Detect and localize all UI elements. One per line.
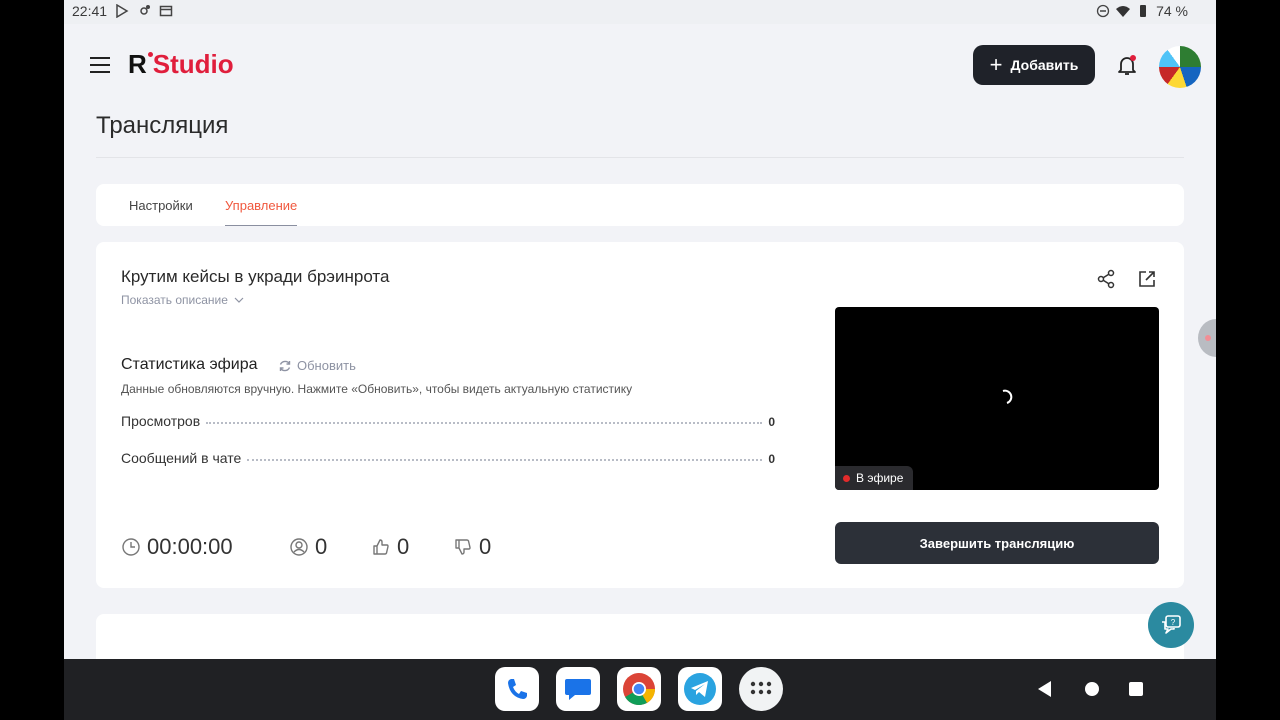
external-link-icon[interactable] (1137, 269, 1157, 289)
wifi-icon (1116, 6, 1131, 17)
loading-spinner-icon (1002, 389, 1013, 404)
nav-home-icon[interactable] (1085, 682, 1099, 696)
stream-card: Крутим кейсы в укради брэинрота Показать… (96, 242, 1184, 588)
tab-settings[interactable]: Настройки (129, 198, 193, 213)
help-chat-icon: ? (1162, 615, 1181, 634)
nav-recents-icon[interactable] (1129, 682, 1143, 696)
bottom-stats: 00:00:00 0 0 0 (121, 534, 491, 560)
tabs-bar: Настройки Управление (96, 184, 1184, 226)
dislikes-value: 0 (479, 534, 492, 559)
show-description-label: Показать описание (121, 293, 228, 307)
stat-label: Сообщений в чате (121, 450, 242, 466)
viewers-value: 0 (315, 534, 328, 559)
duration-stat: 00:00:00 (121, 534, 289, 560)
phone-icon (508, 679, 527, 699)
thumbs-up-icon (373, 539, 389, 555)
show-description-toggle[interactable]: Показать описание (121, 293, 244, 307)
status-bar: 22:41 74 % (64, 0, 1216, 24)
dot-leader (247, 459, 763, 461)
thumbs-down-icon (455, 539, 471, 555)
chevron-down-icon (234, 297, 244, 303)
messages-app[interactable] (556, 667, 600, 711)
telegram-app[interactable] (678, 667, 722, 711)
phone-app[interactable] (495, 667, 539, 711)
battery-icon (1140, 5, 1147, 17)
avatar[interactable] (1159, 46, 1201, 88)
nav-back-icon[interactable] (1038, 681, 1051, 697)
floating-side-handle[interactable] (1198, 319, 1216, 357)
likes-value: 0 (397, 534, 410, 559)
stat-value: 0 (768, 452, 775, 466)
play-store-icon (116, 4, 129, 18)
taskbar (64, 659, 1216, 720)
app-header: R Studio + Добавить (64, 24, 1216, 104)
add-button[interactable]: + Добавить (973, 45, 1095, 85)
viewers-stat: 0 (289, 534, 371, 560)
chrome-icon (623, 673, 656, 706)
dislikes-stat: 0 (453, 534, 491, 560)
refresh-button[interactable]: Обновить (278, 358, 356, 373)
stats-note: Данные обновляются вручную. Нажмите «Обн… (121, 382, 633, 396)
chrome-app[interactable] (617, 667, 661, 711)
apps-icon (750, 681, 772, 695)
messages-icon (565, 679, 591, 700)
stat-row-views: Просмотров 0 (121, 413, 775, 429)
live-dot-icon (843, 474, 850, 482)
plus-icon: + (989, 52, 1003, 77)
stat-value: 0 (768, 415, 775, 429)
stat-row-chat: Сообщений в чате 0 (121, 450, 775, 466)
stat-label: Просмотров (121, 413, 201, 429)
menu-icon[interactable] (90, 57, 110, 73)
tab-management[interactable]: Управление (225, 198, 298, 226)
user-icon (290, 538, 308, 556)
rstudio-logo[interactable]: R Studio (128, 49, 234, 80)
live-badge: В эфире (835, 466, 913, 490)
dot-leader (206, 422, 763, 424)
dnd-icon (1096, 4, 1110, 18)
clock-icon (122, 538, 140, 556)
page-title: Трансляция (96, 112, 229, 139)
screen: 22:41 74 % R Studio + Добавить Трансляция (64, 0, 1216, 720)
live-label: В эфире (856, 471, 904, 485)
divider (96, 157, 1184, 158)
duration-value: 00:00:00 (147, 534, 233, 559)
refresh-label: Обновить (297, 358, 356, 373)
all-apps-button[interactable] (739, 667, 783, 711)
stream-title: Крутим кейсы в укради брэинрота (121, 267, 390, 286)
svg-text:?: ? (1171, 618, 1176, 627)
calendar-icon (159, 5, 173, 17)
stats-title: Статистика эфира (121, 356, 258, 373)
battery-level: 74 % (1156, 3, 1188, 19)
bell-icon[interactable] (1115, 53, 1139, 77)
telegram-icon (684, 673, 716, 705)
video-preview[interactable]: В эфире (835, 307, 1159, 490)
refresh-icon (279, 360, 291, 371)
share-icon[interactable] (1096, 269, 1116, 289)
end-stream-button[interactable]: Завершить трансляцию (835, 522, 1159, 564)
add-button-label: Добавить (1010, 57, 1079, 73)
likes-stat: 0 (371, 534, 453, 560)
settings-icon (140, 5, 151, 15)
help-chat-button[interactable]: ? (1148, 602, 1194, 648)
status-time: 22:41 (72, 3, 108, 19)
